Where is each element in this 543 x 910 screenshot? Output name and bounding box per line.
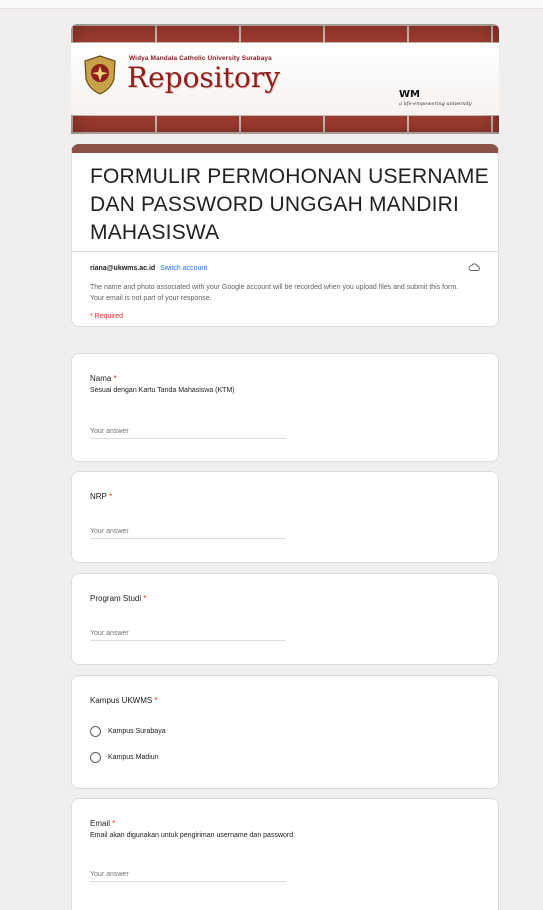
form-title-card: FORMULIR PERMOHONAN USERNAME DAN PASSWOR…: [71, 144, 499, 327]
question-card-email: Email * Email akan digunakan untuk pengi…: [71, 798, 499, 910]
account-email: riana@ukwms.ac.id: [90, 265, 156, 272]
required-note: * Required: [90, 313, 124, 320]
question-card-program-studi: Program Studi *: [71, 573, 499, 665]
question-label-text: Nama: [90, 374, 112, 383]
radio-button[interactable]: [90, 751, 101, 763]
question-label: NRP *: [90, 492, 112, 501]
radio-option-kampus-surabaya[interactable]: Kampus Surabaya: [90, 724, 166, 738]
question-label-text: Kampus UKWMS: [90, 696, 153, 705]
privacy-notice: The name and photo associated with your …: [90, 284, 459, 302]
nrp-input[interactable]: [90, 524, 286, 539]
wm-logo: WM a life-empowering university: [399, 89, 495, 111]
question-label: Email *: [90, 819, 115, 828]
header-banner: Widya Mandala Catholic University Suraba…: [71, 24, 499, 134]
email-input[interactable]: [90, 867, 286, 882]
question-card-nama: Nama * Sesuai dengan Kartu Tanda Mahasis…: [71, 353, 499, 462]
form-page: Widya Mandala Catholic University Suraba…: [71, 24, 499, 910]
form-title: FORMULIR PERMOHONAN USERNAME DAN PASSWOR…: [90, 165, 489, 244]
question-label-text: Email: [90, 819, 111, 828]
radio-option-label: Kampus Surabaya: [108, 727, 166, 735]
question-label-text: Program Studi: [90, 594, 142, 603]
radio-option-label: Kampus Madiun: [108, 753, 159, 761]
account-line: riana@ukwms.ac.id Switch account: [90, 265, 207, 272]
nama-input[interactable]: [90, 424, 286, 439]
university-seal-icon: [84, 55, 116, 95]
wm-logo-mark: WM: [399, 89, 420, 100]
question-description: Sesuai dengan Kartu Tanda Mahasiswa (KTM…: [90, 387, 235, 394]
required-star: *: [112, 819, 116, 828]
title-divider: [72, 251, 498, 252]
radio-option-kampus-madiun[interactable]: Kampus Madiun: [90, 750, 159, 764]
question-label: Program Studi *: [90, 594, 147, 603]
question-label-text: NRP: [90, 492, 107, 501]
required-star: *: [154, 696, 158, 705]
browser-top-bar: [0, 0, 543, 9]
required-star: *: [143, 594, 147, 603]
banner-logo-panel: Widya Mandala Catholic University Suraba…: [71, 43, 499, 115]
cloud-saved-icon: [468, 263, 480, 271]
question-card-kampus: Kampus UKWMS * Kampus Surabaya Kampus Ma…: [71, 675, 499, 789]
question-label: Kampus UKWMS *: [90, 696, 158, 705]
question-label: Nama *: [90, 374, 117, 383]
question-description: Email akan digunakan untuk pengiriman us…: [90, 832, 294, 839]
question-card-nrp: NRP *: [71, 471, 499, 563]
switch-account-link[interactable]: Switch account: [160, 265, 207, 272]
radio-button[interactable]: [90, 725, 101, 737]
required-star: *: [108, 492, 113, 501]
program-studi-input[interactable]: [90, 626, 286, 641]
wm-logo-tagline: a life-empowering university: [399, 101, 472, 107]
required-star: *: [113, 374, 117, 383]
repository-title: Repository: [127, 61, 281, 94]
